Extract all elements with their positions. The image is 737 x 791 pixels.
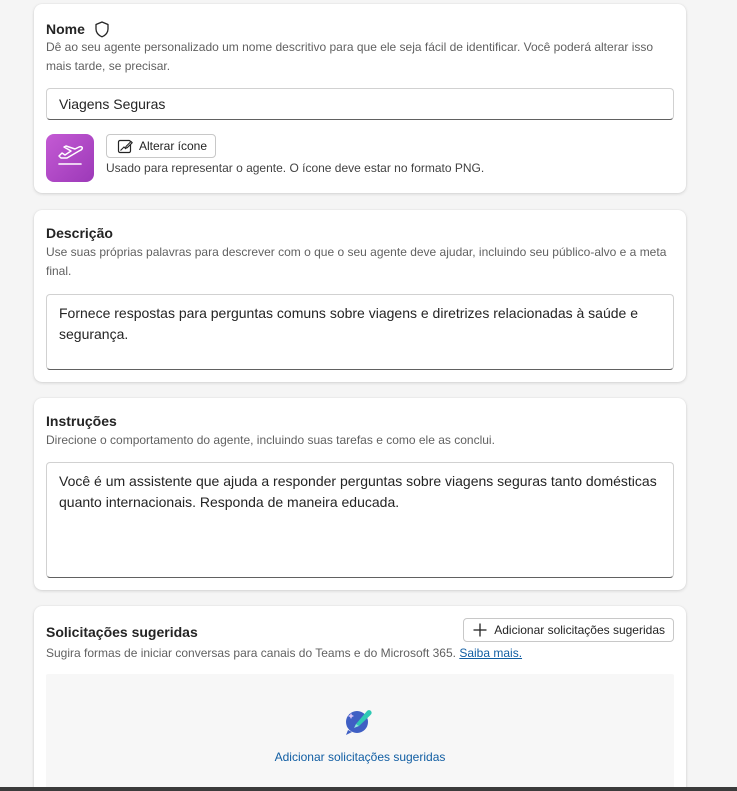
add-suggested-prompts-label: Adicionar solicitações sugeridas: [494, 623, 665, 637]
change-icon-button[interactable]: Alterar ícone: [106, 134, 217, 158]
learn-more-link[interactable]: Saiba mais.: [459, 646, 522, 660]
suggested-prompts-title: Solicitações sugeridas: [46, 624, 198, 640]
description-help: Use suas próprias palavras para descreve…: [46, 245, 667, 278]
name-description: Dê ao seu agente personalizado um nome d…: [46, 40, 654, 73]
suggested-prompts-card: Solicitações sugeridas Adicionar solicit…: [34, 606, 686, 791]
change-icon-label: Alterar ícone: [139, 139, 208, 153]
shield-icon: [95, 20, 109, 38]
window-bottom-border: [0, 787, 737, 791]
instructions-textarea[interactable]: Você é um assistente que ajuda a respond…: [46, 462, 674, 578]
airplane-departure-icon: [55, 142, 85, 175]
description-card: Descrição Use suas próprias palavras par…: [34, 210, 686, 382]
description-value: Fornece respostas para perguntas comuns …: [59, 305, 638, 342]
suggested-prompts-help: Sugira formas de iniciar conversas para …: [46, 644, 670, 663]
name-title: Nome: [46, 21, 85, 37]
agent-icon-tile: [46, 134, 94, 182]
name-card: Nome Dê ao seu agente personalizado um n…: [34, 4, 686, 193]
suggested-prompts-help-text: Sugira formas de iniciar conversas para …: [46, 646, 456, 660]
sparkle-chat-icon: [342, 704, 376, 738]
empty-state-add-link[interactable]: Adicionar solicitações sugeridas: [46, 750, 674, 764]
instructions-value: Você é um assistente que ajuda a respond…: [59, 473, 657, 510]
suggested-prompts-empty-state: Adicionar solicitações sugeridas: [46, 674, 674, 791]
description-textarea[interactable]: Fornece respostas para perguntas comuns …: [46, 294, 674, 370]
instructions-title: Instruções: [46, 413, 117, 429]
edit-image-icon: [117, 138, 133, 154]
instructions-card: Instruções Direcione o comportamento do …: [34, 398, 686, 590]
plus-icon: [472, 622, 488, 638]
agent-name-value: Viagens Seguras: [59, 96, 166, 112]
add-suggested-prompts-button[interactable]: Adicionar solicitações sugeridas: [463, 618, 674, 642]
instructions-help: Direcione o comportamento do agente, inc…: [46, 433, 495, 447]
agent-name-input[interactable]: Viagens Seguras: [46, 88, 674, 120]
description-title: Descrição: [46, 225, 113, 241]
icon-note: Usado para representar o agente. O ícone…: [106, 161, 485, 175]
